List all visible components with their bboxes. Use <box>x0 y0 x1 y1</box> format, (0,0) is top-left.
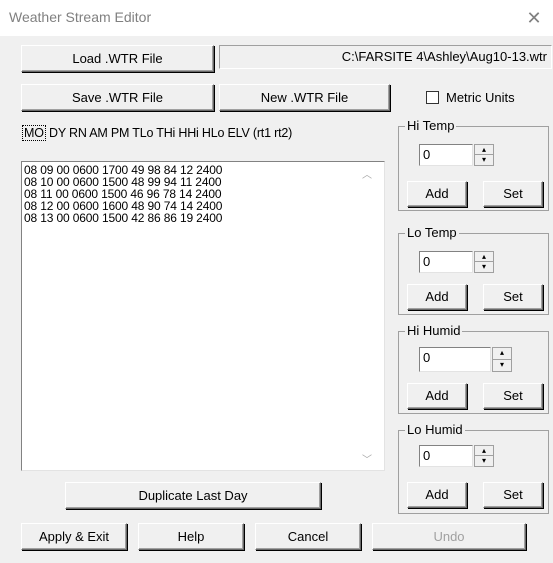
title-bar: Weather Stream Editor ✕ <box>0 0 553 36</box>
cancel-button[interactable]: Cancel <box>255 523 361 550</box>
hi-temp-add-button[interactable]: Add <box>407 181 467 207</box>
file-path-display: C:\FARSITE 4\Ashley\Aug10-13.wtr <box>219 45 552 69</box>
metric-units-checkbox[interactable] <box>426 91 439 104</box>
spin-up-icon[interactable]: ▴ <box>475 145 493 155</box>
hi-humid-input[interactable]: 0 <box>419 347 491 372</box>
column-headers: DY RN AM PM TLo THi HHi HLo ELV (rt1 rt2… <box>49 126 293 140</box>
undo-button[interactable]: Undo <box>372 523 526 550</box>
lo-humid-add-button[interactable]: Add <box>407 482 467 508</box>
scroll-up-icon[interactable]: ︿ <box>362 166 372 181</box>
lo-temp-spinner[interactable]: ▴ ▾ <box>474 251 494 273</box>
hi-humid-label: Hi Humid <box>405 323 463 338</box>
help-button[interactable]: Help <box>138 523 244 550</box>
lo-temp-set-button[interactable]: Set <box>483 284 543 310</box>
spin-down-icon[interactable]: ▾ <box>475 456 493 466</box>
lo-temp-group: Lo Temp 0 ▴ ▾ Add Set <box>398 225 549 315</box>
lo-temp-add-button[interactable]: Add <box>407 284 467 310</box>
weather-rows: 08 09 00 0600 1700 49 98 84 12 2400 08 1… <box>24 164 222 224</box>
table-header: MO DY RN AM PM TLo THi HHi HLo ELV (rt1 … <box>22 125 293 141</box>
spin-down-icon[interactable]: ▾ <box>475 262 493 272</box>
spin-up-icon[interactable]: ▴ <box>493 348 511 360</box>
apply-exit-button[interactable]: Apply & Exit <box>21 523 127 550</box>
metric-units-label[interactable]: Metric Units <box>446 90 515 105</box>
hi-humid-spinner[interactable]: ▴ ▾ <box>492 347 512 372</box>
window-title: Weather Stream Editor <box>9 9 152 25</box>
hi-temp-label: Hi Temp <box>405 118 457 133</box>
load-wtr-label: Load .WTR File <box>72 51 163 66</box>
new-wtr-button[interactable]: New .WTR File <box>219 84 390 111</box>
duplicate-last-day-label: Duplicate Last Day <box>138 488 248 503</box>
column-mo-header[interactable]: MO <box>22 125 46 141</box>
lo-humid-group: Lo Humid 0 ▴ ▾ Add Set <box>398 422 549 514</box>
hi-humid-group: Hi Humid 0 ▴ ▾ Add Set <box>398 323 549 414</box>
spin-down-icon[interactable]: ▾ <box>475 155 493 165</box>
close-icon[interactable]: ✕ <box>523 7 545 29</box>
lo-humid-spinner[interactable]: ▴ ▾ <box>474 445 494 467</box>
hi-humid-set-button[interactable]: Set <box>483 383 543 409</box>
hi-temp-group: Hi Temp 0 ▴ ▾ Add Set <box>398 118 549 211</box>
lo-humid-label: Lo Humid <box>405 422 465 437</box>
hi-humid-add-button[interactable]: Add <box>407 383 467 409</box>
list-item[interactable]: 08 13 00 0600 1500 42 86 86 19 2400 <box>24 212 222 224</box>
hi-temp-set-button[interactable]: Set <box>483 181 543 207</box>
save-wtr-label: Save .WTR File <box>71 90 163 105</box>
lo-humid-input[interactable]: 0 <box>419 445 473 467</box>
lo-humid-set-button[interactable]: Set <box>483 482 543 508</box>
new-wtr-label: New .WTR File <box>260 90 349 105</box>
weather-list[interactable]: 08 09 00 0600 1700 49 98 84 12 2400 08 1… <box>21 161 385 471</box>
save-wtr-button[interactable]: Save .WTR File <box>21 84 214 111</box>
lo-temp-input[interactable]: 0 <box>419 251 473 273</box>
load-wtr-button[interactable]: Load .WTR File <box>21 45 214 72</box>
scroll-down-icon[interactable]: ﹀ <box>362 451 372 466</box>
duplicate-last-day-button[interactable]: Duplicate Last Day <box>65 482 321 509</box>
spin-down-icon[interactable]: ▾ <box>493 360 511 372</box>
hi-temp-input[interactable]: 0 <box>419 144 473 166</box>
spin-up-icon[interactable]: ▴ <box>475 446 493 456</box>
hi-temp-spinner[interactable]: ▴ ▾ <box>474 144 494 166</box>
spin-up-icon[interactable]: ▴ <box>475 252 493 262</box>
lo-temp-label: Lo Temp <box>405 225 459 240</box>
